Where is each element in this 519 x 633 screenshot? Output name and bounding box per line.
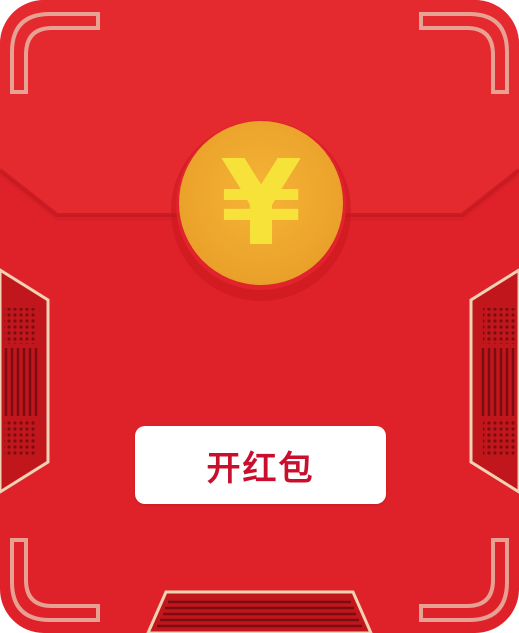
open-red-packet-button[interactable]: 开红包 [135,426,386,504]
yuan-icon: ¥ [219,134,303,272]
left-side-panel [0,267,50,495]
red-envelope[interactable]: ¥ 开红包 [0,0,519,633]
envelope-artwork [0,0,519,633]
bottom-panel [145,590,374,633]
right-side-panel [469,267,519,495]
open-red-packet-label: 开红包 [206,448,315,489]
